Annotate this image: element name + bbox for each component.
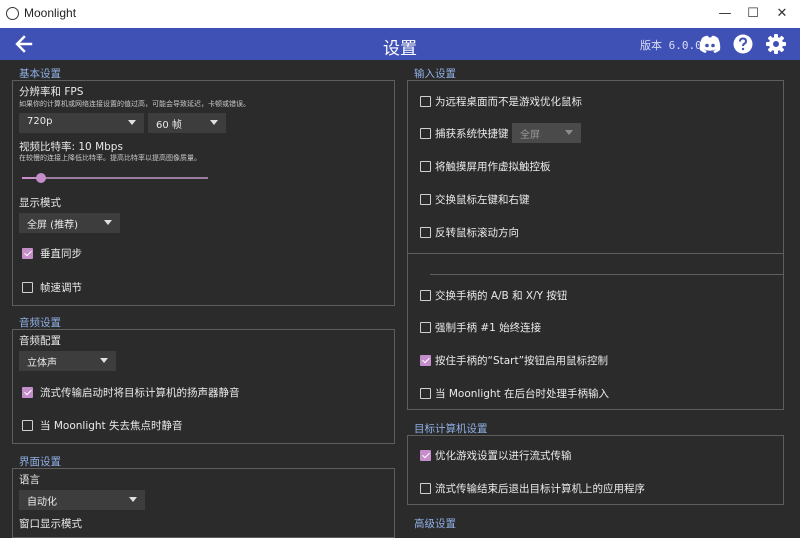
touchpad-label: 将触摸屏用作虚拟触控板	[435, 161, 551, 173]
chevron-down-icon	[104, 220, 112, 225]
background-gamepad-checkbox[interactable]	[420, 388, 431, 399]
chevron-down-icon	[210, 120, 218, 125]
audio-config-label: 音频配置	[19, 335, 61, 347]
discord-icon	[699, 35, 721, 53]
background-gamepad-label: 当 Moonlight 在后台时处理手柄输入	[435, 388, 610, 400]
window-title-bar: Moonlight — ☐ ✕	[0, 0, 800, 28]
fps-select[interactable]: 60 帧	[148, 113, 226, 133]
minimize-button[interactable]: —	[710, 0, 740, 28]
display-mode-value: 全屏 (推荐)	[27, 220, 78, 231]
force-gamepad-label: 强制手柄 #1 始终连接	[435, 322, 542, 334]
gamepad-divider	[430, 274, 783, 275]
reverse-scroll-checkbox[interactable]	[420, 227, 431, 238]
slider-handle[interactable]	[35, 173, 46, 183]
touchpad-checkbox[interactable]	[420, 161, 431, 172]
close-button[interactable]: ✕	[767, 0, 797, 28]
language-label: 语言	[19, 474, 40, 486]
ui-settings-title: 界面设置	[19, 456, 61, 468]
app-header: 设置 版本 6.0.0	[0, 28, 800, 60]
swap-ab-label: 交换手柄的 A/B 和 X/Y 按钮	[435, 290, 568, 302]
swap-buttons-checkbox[interactable]	[420, 194, 431, 205]
quit-app-label: 流式传输结束后退出目标计算机上的应用程序	[435, 483, 645, 495]
moonlight-logo-icon	[6, 7, 19, 20]
mute-host-checkbox[interactable]	[22, 387, 33, 398]
display-mode-label: 显示模式	[19, 197, 61, 209]
language-value: 自动化	[27, 497, 57, 508]
mute-host-label: 流式传输启动时将目标计算机的扬声器静音	[40, 387, 240, 399]
basic-settings-title: 基本设置	[19, 68, 61, 80]
slider-track	[22, 177, 208, 179]
section-divider	[408, 253, 783, 254]
audio-config-select[interactable]: 立体声	[19, 351, 116, 371]
bitrate-slider[interactable]	[22, 172, 208, 184]
window-title: Moonlight	[24, 6, 77, 20]
maximize-button[interactable]: ☐	[738, 0, 768, 28]
vsync-label: 垂直同步	[40, 248, 82, 260]
help-button[interactable]	[732, 33, 754, 55]
display-mode-select[interactable]: 全屏 (推荐)	[19, 213, 120, 233]
optimize-games-label: 优化游戏设置以进行流式传输	[435, 450, 572, 462]
chevron-down-icon	[100, 358, 108, 363]
audio-settings-title: 音频设置	[19, 317, 61, 329]
window-mode-label: 窗口显示模式	[19, 518, 82, 530]
vsync-checkbox[interactable]	[22, 248, 33, 259]
bitrate-hint: 在较慢的连接上降低比特率。提高比特率以提高图像质量。	[19, 154, 201, 162]
fps-value: 60 帧	[156, 120, 182, 131]
optimize-mouse-checkbox[interactable]	[420, 96, 431, 107]
version-label: 版本 6.0.0	[640, 39, 702, 52]
force-gamepad-checkbox[interactable]	[420, 322, 431, 333]
quit-app-checkbox[interactable]	[420, 483, 431, 494]
chevron-down-icon	[128, 120, 136, 125]
capture-shortcuts-select: 全屏	[512, 123, 581, 143]
input-settings-title: 输入设置	[414, 68, 456, 80]
resolution-hint: 如果你的计算机或网络连接设置的值过高，可能会导致延迟，卡顿或错误。	[19, 100, 250, 108]
settings-button[interactable]	[765, 33, 787, 55]
slider-fill	[22, 177, 37, 179]
frame-pacing-label: 帧速调节	[40, 282, 82, 294]
resolution-label: 分辨率和 FPS	[19, 86, 84, 98]
start-mouse-label: 按住手柄的“Start”按钮启用鼠标控制	[435, 355, 609, 367]
mute-unfocused-label: 当 Moonlight 失去焦点时静音	[40, 420, 183, 432]
audio-config-value: 立体声	[27, 358, 57, 369]
reverse-scroll-label: 反转鼠标滚动方向	[435, 227, 519, 239]
mute-unfocused-checkbox[interactable]	[22, 420, 33, 431]
optimize-games-checkbox[interactable]	[420, 450, 431, 461]
swap-ab-checkbox[interactable]	[420, 290, 431, 301]
chevron-down-icon	[129, 497, 137, 502]
capture-shortcuts-checkbox[interactable]	[420, 128, 431, 139]
swap-buttons-label: 交换鼠标左键和右键	[435, 194, 530, 206]
advanced-settings-title: 高级设置	[414, 518, 456, 530]
frame-pacing-checkbox[interactable]	[22, 282, 33, 293]
start-mouse-checkbox[interactable]	[420, 355, 431, 366]
host-settings-title: 目标计算机设置	[414, 423, 488, 435]
capture-shortcuts-label: 捕获系统快捷键	[435, 128, 509, 140]
language-select[interactable]: 自动化	[19, 490, 145, 510]
gear-icon	[766, 34, 786, 54]
discord-button[interactable]	[698, 33, 722, 55]
optimize-mouse-label: 为远程桌面而不是游戏优化鼠标	[435, 96, 582, 108]
chevron-down-icon	[565, 130, 573, 135]
resolution-select[interactable]: 720p	[19, 113, 144, 133]
resolution-value: 720p	[27, 116, 53, 127]
help-icon	[733, 34, 753, 54]
bitrate-label: 视频比特率: 10 Mbps	[19, 141, 123, 153]
capture-shortcuts-value: 全屏	[520, 130, 540, 141]
